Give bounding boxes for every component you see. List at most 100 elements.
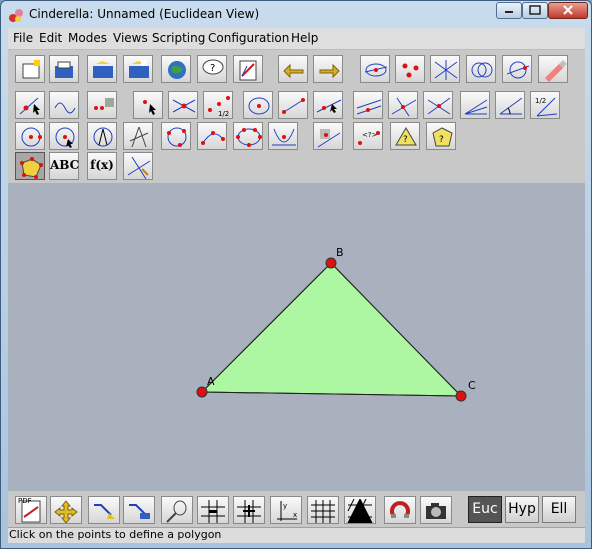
select-circles-button[interactable]: [466, 55, 496, 83]
close-button[interactable]: [548, 2, 588, 19]
compass-button[interactable]: [87, 122, 117, 150]
angle-bisector-button[interactable]: [460, 91, 490, 119]
status-bar: Click on the points to define a polygon: [8, 527, 585, 543]
zoom-out-icon: [129, 504, 150, 519]
grid-button[interactable]: [307, 496, 339, 524]
save-as-button[interactable]: [123, 55, 153, 83]
title-bar[interactable]: Cinderella: Unnamed (Euclidean View): [1, 1, 591, 28]
status-message: Click on the points to define a polygon: [9, 528, 222, 541]
select-conics-icon: [506, 61, 530, 79]
polygon-button[interactable]: [15, 152, 45, 180]
text-button[interactable]: ABC: [49, 152, 79, 180]
globe-button[interactable]: [161, 55, 191, 83]
export-button[interactable]: [233, 55, 263, 83]
midpoint-button[interactable]: 1/2: [203, 91, 233, 119]
zoom-in-button[interactable]: [88, 496, 120, 524]
redo-icon: [319, 63, 340, 79]
bottom-toolbar: PDF y x Euc Hyp Ell: [8, 491, 585, 527]
minimize-button[interactable]: [496, 2, 522, 19]
circle-button[interactable]: [49, 122, 79, 150]
compass-construction-icon: [129, 126, 149, 148]
svg-text:1/2: 1/2: [535, 97, 546, 105]
info-button[interactable]: ?: [197, 55, 227, 83]
tennis-racket-button[interactable]: [161, 496, 193, 524]
add-point-icon: [143, 100, 156, 115]
circle-by-radius-button[interactable]: [15, 122, 45, 150]
distance-button[interactable]: <?>: [353, 122, 383, 150]
select-conics-button[interactable]: [502, 55, 532, 83]
delete-button[interactable]: [538, 55, 568, 83]
multiple-points-button[interactable]: [87, 91, 117, 119]
parabola-button[interactable]: [268, 122, 298, 150]
line-through-button[interactable]: [423, 91, 453, 119]
pdf-export-button[interactable]: PDF: [15, 496, 47, 524]
transform-button[interactable]: [123, 152, 153, 180]
save-button[interactable]: [87, 55, 117, 83]
arc-button[interactable]: [197, 122, 227, 150]
conic-five-points-button[interactable]: [233, 122, 263, 150]
menu-views[interactable]: Views: [113, 31, 148, 45]
camera-button[interactable]: [420, 496, 452, 524]
elliptic-mode-button[interactable]: Ell: [542, 496, 576, 523]
svg-text:?: ?: [210, 63, 215, 74]
magnet-icon: [390, 501, 410, 518]
pan-arrows-icon: [54, 500, 78, 523]
menu-help[interactable]: Help: [291, 31, 318, 45]
zoom-out-button[interactable]: [123, 496, 155, 524]
drawing-canvas[interactable]: A B C: [8, 183, 585, 491]
circle-center-button[interactable]: [243, 91, 273, 119]
point-b[interactable]: [325, 257, 337, 269]
triangle-polygon[interactable]: [200, 262, 463, 397]
select-lines-button[interactable]: [360, 55, 390, 83]
select-lines-icon: [364, 63, 388, 77]
select-all-lines-button[interactable]: [430, 55, 460, 83]
intersection-button[interactable]: [168, 91, 198, 119]
fraction-button[interactable]: 1/2: [530, 91, 560, 119]
camera-icon: [426, 503, 446, 519]
add-point-button[interactable]: [133, 91, 163, 119]
function-button[interactable]: f(x): [87, 152, 117, 180]
menu-edit[interactable]: Edit: [39, 31, 62, 45]
axes-icon: yx: [277, 501, 297, 521]
maximize-icon: [529, 5, 541, 15]
triangular-grid-button[interactable]: [344, 496, 376, 524]
measure-angle-icon: ?: [395, 127, 417, 146]
magnet-button[interactable]: [384, 496, 416, 524]
locus-button[interactable]: [313, 122, 343, 150]
snap-grid-button[interactable]: [197, 496, 229, 524]
midpoint-icon: 1/2: [208, 96, 230, 118]
geometry-view[interactable]: A B C: [8, 183, 585, 491]
menu-configuration[interactable]: Configuration: [208, 31, 289, 45]
open-button[interactable]: [49, 55, 79, 83]
euclidean-mode-button[interactable]: Euc: [468, 496, 502, 523]
segment-button[interactable]: [278, 91, 308, 119]
label-b: B: [336, 246, 344, 259]
question-polygon-button[interactable]: ?: [426, 122, 456, 150]
menu-file[interactable]: File: [13, 31, 33, 45]
select-points-button[interactable]: [395, 55, 425, 83]
axes-button[interactable]: yx: [270, 496, 302, 524]
line-button[interactable]: [313, 91, 343, 119]
svg-text:x: x: [293, 511, 297, 519]
redo-button[interactable]: [313, 55, 343, 83]
hyperbolic-mode-button[interactable]: Hyp: [505, 496, 539, 523]
new-button[interactable]: [15, 55, 45, 83]
compass-construction-button[interactable]: [123, 122, 153, 150]
maximize-button[interactable]: [522, 2, 548, 19]
snap-cross-button[interactable]: [233, 496, 265, 524]
point-c[interactable]: [455, 390, 467, 402]
angle-button[interactable]: [495, 91, 525, 119]
perpendicular-button[interactable]: [388, 91, 418, 119]
menu-modes[interactable]: Modes: [68, 31, 107, 45]
draw-curve-button[interactable]: [49, 91, 79, 119]
select-all-lines-icon: [434, 60, 458, 80]
text-label: ABC: [50, 158, 80, 172]
menu-scripting[interactable]: Scripting: [152, 31, 205, 45]
measure-angle-button[interactable]: ?: [390, 122, 420, 150]
parallel-button[interactable]: [353, 91, 383, 119]
undo-button[interactable]: [278, 55, 308, 83]
pan-arrows-button[interactable]: [50, 496, 82, 524]
point-a[interactable]: [196, 386, 208, 398]
move-button[interactable]: [15, 91, 45, 119]
circle-three-points-button[interactable]: [161, 122, 191, 150]
